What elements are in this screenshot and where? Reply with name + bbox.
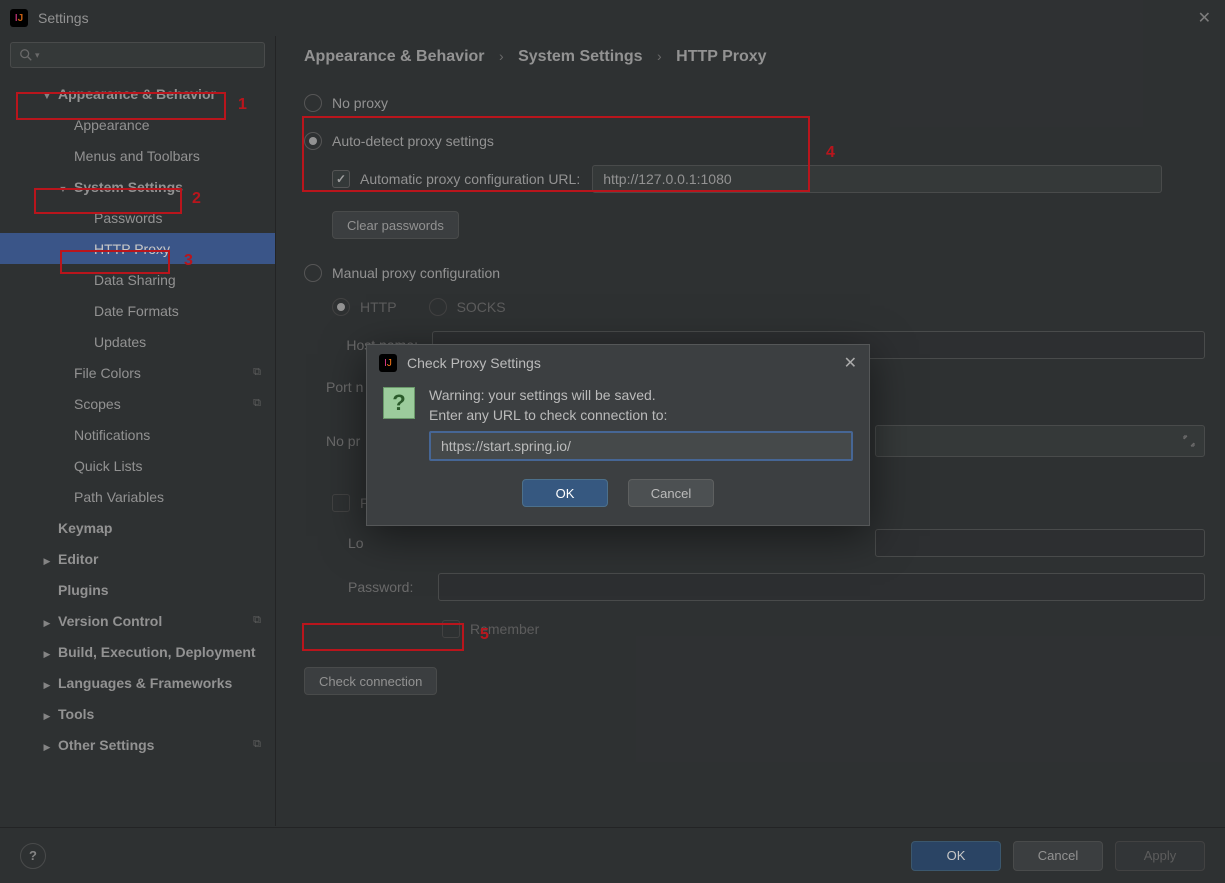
dialog-text: Warning: your settings will be saved. bbox=[429, 387, 853, 403]
dialog-title: Check Proxy Settings bbox=[407, 355, 844, 371]
check-url-input[interactable] bbox=[429, 431, 853, 461]
dialog-text: Enter any URL to check connection to: bbox=[429, 407, 853, 423]
dialog-cancel-button[interactable]: Cancel bbox=[628, 479, 714, 507]
dialog-ok-button[interactable]: OK bbox=[522, 479, 608, 507]
app-icon: IJ bbox=[379, 354, 397, 372]
close-icon[interactable]: ✕ bbox=[844, 353, 857, 373]
question-icon: ? bbox=[383, 387, 415, 419]
check-proxy-dialog: IJ Check Proxy Settings ✕ ? Warning: you… bbox=[366, 344, 870, 526]
